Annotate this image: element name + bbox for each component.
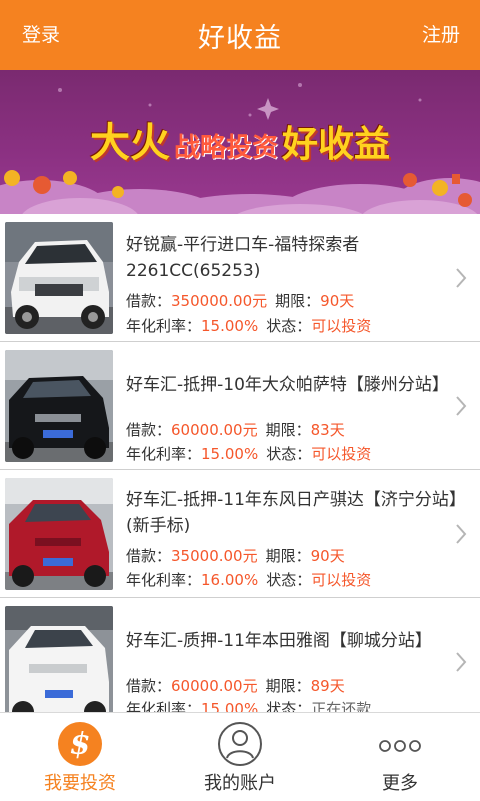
item-rate-status-row: 年化利率：15.00% 状态：可以投资 bbox=[126, 443, 371, 464]
loan-amount: 350000.00元 bbox=[171, 292, 268, 310]
loan-label: 借款： bbox=[126, 292, 172, 310]
register-button[interactable]: 注册 bbox=[422, 0, 460, 70]
page-title: 好收益 bbox=[198, 22, 282, 54]
banner-text-part2: 战略投资 bbox=[173, 133, 278, 163]
rate-value: 15.00% bbox=[201, 700, 259, 712]
investment-list: 好锐赢-平行进口车-福特探索者2261CC(65253) 借款：350000.0… bbox=[0, 214, 480, 712]
status-label: 状态： bbox=[266, 700, 312, 712]
chevron-right-icon bbox=[456, 524, 467, 544]
status-value: 可以投资 bbox=[311, 571, 372, 589]
list-item[interactable]: 好车汇-质押-11年本田雅阁【聊城分站】 借款：60000.00元 期限：89天 … bbox=[0, 598, 480, 712]
item-title: 好锐赢-平行进口车-福特探索者2261CC(65253) bbox=[126, 235, 360, 281]
list-item[interactable]: 好锐赢-平行进口车-福特探索者2261CC(65253) 借款：350000.0… bbox=[0, 214, 480, 342]
more-icon bbox=[379, 740, 421, 752]
tab-account[interactable]: 我的账户 bbox=[160, 713, 320, 801]
rate-label: 年化利率： bbox=[126, 445, 202, 463]
user-icon bbox=[218, 722, 262, 766]
item-title: 好车汇-质押-11年本田雅阁【聊城分站】 bbox=[126, 631, 432, 651]
chevron-right-icon bbox=[456, 652, 467, 672]
item-rate-status-row: 年化利率：15.00% 状态：正在还款 bbox=[126, 698, 371, 712]
term-value: 90天 bbox=[310, 547, 345, 565]
loan-amount: 35000.00元 bbox=[171, 547, 258, 565]
item-rate-status-row: 年化利率：15.00% 状态：可以投资 bbox=[126, 315, 371, 336]
car-thumbnail bbox=[5, 350, 113, 462]
promo-banner[interactable]: 大火 战略投资 好收益 bbox=[0, 70, 480, 214]
tab-more-label: 更多 bbox=[382, 773, 418, 794]
banner-text: 大火 战略投资 好收益 bbox=[0, 110, 480, 168]
status-label: 状态： bbox=[266, 317, 312, 335]
tab-more[interactable]: 更多 bbox=[320, 713, 480, 801]
status-label: 状态： bbox=[266, 571, 312, 589]
status-label: 状态： bbox=[266, 445, 312, 463]
status-value: 可以投资 bbox=[311, 445, 372, 463]
tab-invest-label: 我要投资 bbox=[44, 773, 116, 794]
loan-amount: 60000.00元 bbox=[171, 421, 258, 439]
login-button[interactable]: 登录 bbox=[22, 0, 60, 70]
bottom-tab-bar: $ 我要投资 我的账户 更多 bbox=[0, 712, 480, 801]
term-label: 期限： bbox=[265, 547, 311, 565]
banner-text-part1: 大火 bbox=[89, 120, 170, 166]
status-value: 正在还款 bbox=[311, 700, 372, 712]
term-value: 90天 bbox=[320, 292, 355, 310]
car-thumbnail bbox=[5, 478, 113, 590]
term-label: 期限： bbox=[265, 421, 311, 439]
chevron-right-icon bbox=[456, 268, 467, 288]
loan-amount: 60000.00元 bbox=[171, 677, 258, 695]
rate-label: 年化利率： bbox=[126, 571, 202, 589]
list-item[interactable]: 好车汇-抵押-11年东风日产骐达【济宁分站】(新手标) 借款：35000.00元… bbox=[0, 470, 480, 598]
item-title: 好车汇-抵押-10年大众帕萨特【滕州分站】 bbox=[126, 375, 449, 395]
rate-label: 年化利率： bbox=[126, 700, 202, 712]
dollar-icon: $ bbox=[58, 722, 102, 766]
rate-value: 16.00% bbox=[201, 571, 259, 589]
rate-label: 年化利率： bbox=[126, 317, 202, 335]
item-loan-term-row: 借款：350000.00元 期限：90天 bbox=[126, 290, 354, 311]
loan-label: 借款： bbox=[126, 547, 172, 565]
tab-account-label: 我的账户 bbox=[204, 773, 276, 794]
rate-value: 15.00% bbox=[201, 317, 259, 335]
tab-invest[interactable]: $ 我要投资 bbox=[0, 713, 160, 801]
term-value: 83天 bbox=[310, 421, 345, 439]
chevron-right-icon bbox=[456, 396, 467, 416]
status-value: 可以投资 bbox=[311, 317, 372, 335]
loan-label: 借款： bbox=[126, 677, 172, 695]
term-label: 期限： bbox=[265, 677, 311, 695]
term-value: 89天 bbox=[310, 677, 345, 695]
app-header: 登录 好收益 注册 bbox=[0, 0, 480, 70]
term-label: 期限： bbox=[275, 292, 321, 310]
item-loan-term-row: 借款：60000.00元 期限：83天 bbox=[126, 419, 345, 440]
banner-text-part3: 好收益 bbox=[282, 124, 391, 165]
item-rate-status-row: 年化利率：16.00% 状态：可以投资 bbox=[126, 569, 371, 590]
car-thumbnail bbox=[5, 222, 113, 334]
rate-value: 15.00% bbox=[201, 445, 259, 463]
svg-text:$: $ bbox=[70, 727, 91, 762]
loan-label: 借款： bbox=[126, 421, 172, 439]
car-thumbnail bbox=[5, 606, 113, 712]
list-item[interactable]: 好车汇-抵押-10年大众帕萨特【滕州分站】 借款：60000.00元 期限：83天… bbox=[0, 342, 480, 470]
item-loan-term-row: 借款：35000.00元 期限：90天 bbox=[126, 545, 345, 566]
item-title: 好车汇-抵押-11年东风日产骐达【济宁分站】(新手标) bbox=[126, 490, 466, 536]
item-loan-term-row: 借款：60000.00元 期限：89天 bbox=[126, 675, 345, 696]
